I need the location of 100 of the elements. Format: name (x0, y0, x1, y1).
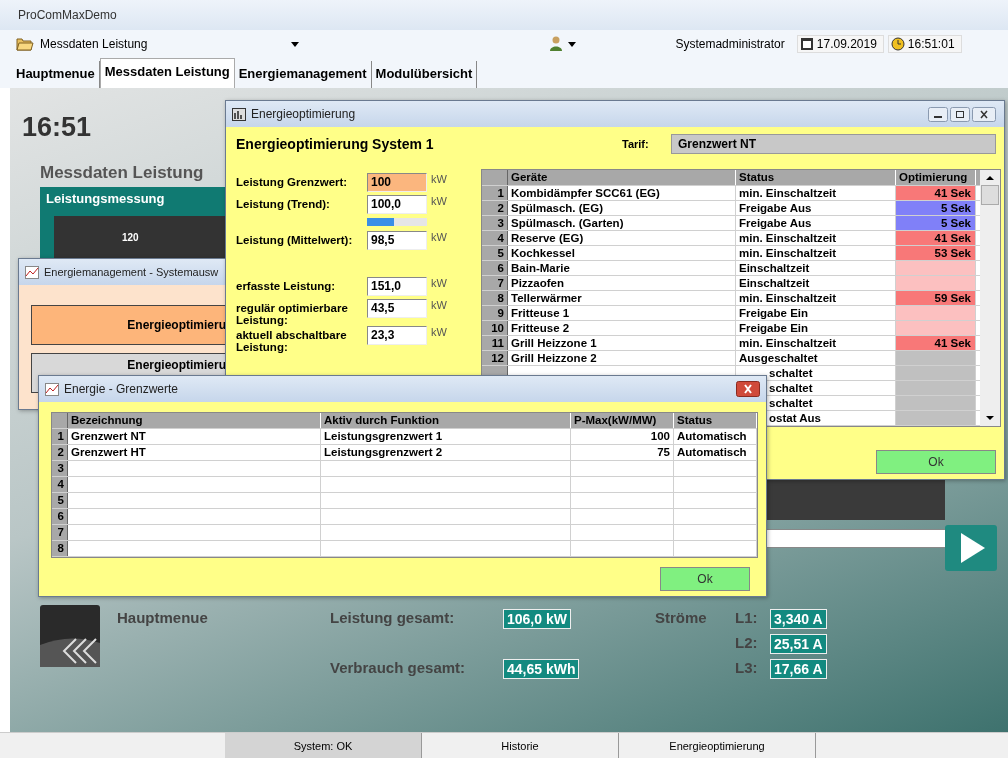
table-cell: Bain-Marie (508, 261, 736, 275)
row-number: 5 (52, 493, 68, 508)
window-title: Energieoptimierung (251, 107, 356, 121)
table-cell: Kochkessel (508, 246, 736, 260)
close-button[interactable] (972, 106, 996, 122)
back-label: Hauptmenue (117, 609, 209, 628)
row-number: 6 (482, 261, 508, 275)
row-number: 5 (482, 246, 508, 260)
row-number: 8 (52, 541, 68, 556)
optimization-cell: 41 Sek (896, 231, 976, 245)
phase-label: L2: (735, 634, 759, 653)
value-field: 151,0 (367, 277, 427, 296)
time-display: 16:51:01 (887, 35, 962, 53)
scroll-thumb[interactable] (981, 185, 999, 205)
row-number: 7 (52, 525, 68, 540)
column-header: P-Max(kW/MW) (571, 413, 674, 428)
power-value: 106,0 kW (503, 609, 571, 629)
clock-text: 16:51 (22, 112, 92, 143)
table-cell: Spülmasch. (Garten) (508, 216, 736, 230)
unit-label: kW (430, 173, 448, 185)
table-cell: Fritteuse 2 (508, 321, 736, 335)
ok-button[interactable]: Ok (660, 567, 750, 591)
caret-icon[interactable] (291, 41, 300, 47)
row-number: 4 (52, 477, 68, 492)
axis-label: 120 (122, 232, 139, 243)
current-value: 17,66 A (770, 659, 827, 679)
table-cell: Fritteuse 1 (508, 306, 736, 320)
system-button[interactable]: Energieoptimieru (31, 305, 226, 345)
value-field: 100 (367, 173, 427, 192)
window-title: ProComMaxDemo (18, 8, 117, 22)
row-number: 12 (482, 351, 508, 365)
energy-value: 44,65 kWh (503, 659, 580, 679)
back-button[interactable] (40, 605, 100, 667)
row-number: 1 (52, 429, 68, 444)
row-number: 4 (482, 231, 508, 245)
optimization-cell: 41 Sek (896, 336, 976, 350)
window-title: Energie - Grenzwerte (64, 382, 179, 396)
optimization-cell: 59 Sek (896, 291, 976, 305)
status-cell[interactable]: System: OK (225, 733, 422, 758)
clock-icon (890, 37, 905, 51)
chart-icon (232, 107, 246, 121)
optimization-cell: 53 Sek (896, 246, 976, 260)
system-heading: Energieoptimierung System 1 (236, 136, 435, 152)
table-cell: Reserve (EG) (508, 231, 736, 245)
row-number: 2 (482, 201, 508, 215)
phase-label: L3: (735, 659, 759, 678)
row-number: 7 (482, 276, 508, 290)
scrollbar[interactable] (980, 170, 1000, 426)
row-number: 2 (52, 445, 68, 460)
column-header: Geräte (508, 170, 736, 185)
unit-label: kW (430, 277, 448, 289)
phase-label: L1: (735, 609, 759, 628)
field-label: aktuell abschaltbare Leistung: (236, 328, 348, 353)
unit-label: kW (430, 231, 448, 243)
table-cell: Pizzaofen (508, 276, 736, 290)
caret-icon[interactable] (568, 41, 577, 47)
unit-label: kW (430, 326, 448, 338)
tab[interactable]: Messdaten Leistung (99, 58, 235, 88)
chart-icon (25, 265, 39, 279)
window-title: Energiemanagement - Systemausw (44, 266, 219, 278)
table-cell: Spülmasch. (EG) (508, 201, 736, 215)
field-label: Leistung Grenzwert: (236, 175, 349, 188)
chart-icon (45, 382, 59, 396)
close-button[interactable] (736, 381, 760, 397)
table-cell: 100 (571, 429, 674, 444)
page-heading: Messdaten Leistung (40, 163, 204, 183)
maximize-button[interactable] (950, 106, 970, 122)
power-label: Leistung gesamt: (330, 609, 456, 628)
table-cell: Grenzwert HT (68, 445, 321, 460)
row-number: 8 (482, 291, 508, 305)
table-cell: Kombidämpfer SCC61 (EG) (508, 186, 736, 200)
unit-label: kW (430, 195, 448, 207)
view-selector[interactable]: Messdaten Leistung (40, 37, 148, 51)
table-cell: Leistungsgrenzwert 1 (321, 429, 571, 444)
table-cell: Leistungsgrenzwert 2 (321, 445, 571, 460)
optimization-cell: 5 Sek (896, 201, 976, 215)
user-name: Systemadministrator (675, 37, 785, 51)
current-value: 3,340 A (770, 609, 827, 629)
value-field: 98,5 (367, 231, 427, 250)
energy-label: Verbrauch gesamt: (330, 659, 467, 678)
row-number: 3 (482, 216, 508, 230)
folder-icon (16, 37, 34, 51)
row-number: 10 (482, 321, 508, 335)
column-header: Status (674, 413, 757, 428)
tariff-label: Tarif: (622, 138, 650, 150)
person-icon[interactable] (548, 36, 565, 52)
field-label: erfasste Leistung: (236, 279, 337, 292)
value-field: 43,5 (367, 299, 427, 318)
row-number: 6 (52, 509, 68, 524)
ok-button[interactable]: Ok (876, 450, 996, 474)
play-button[interactable] (945, 525, 997, 571)
table-cell: 75 (571, 445, 674, 460)
minimize-button[interactable] (928, 106, 948, 122)
current-value: 25,51 A (770, 634, 827, 654)
column-header: Bezeichnung (68, 413, 321, 428)
table-cell: Automatisch (674, 445, 757, 460)
optimization-cell: 41 Sek (896, 186, 976, 200)
table-cell: Automatisch (674, 429, 757, 444)
table-cell: Tellerwärmer (508, 291, 736, 305)
row-number: 1 (482, 186, 508, 200)
